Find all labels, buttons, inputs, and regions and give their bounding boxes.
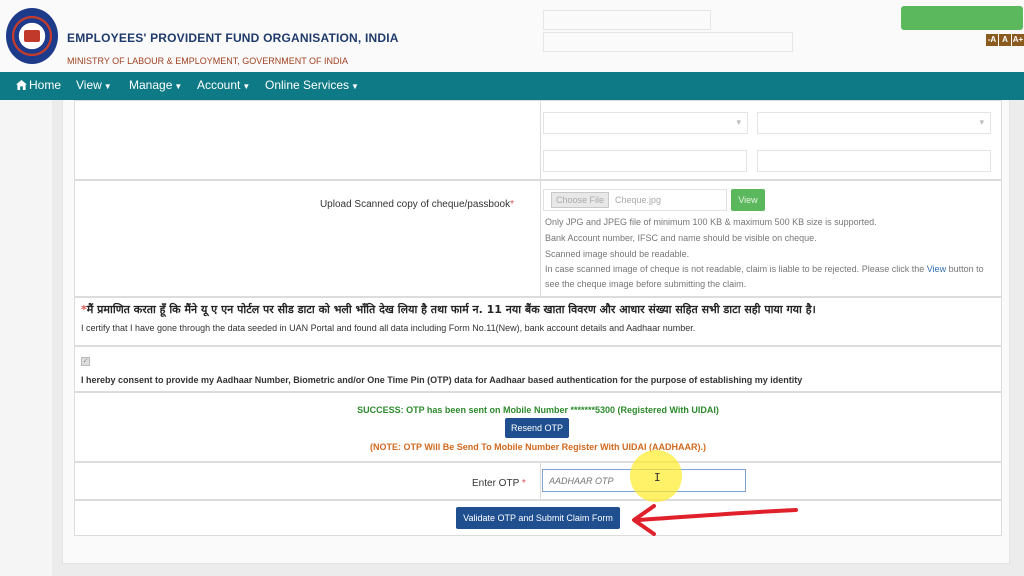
nav-view-label: View [76,78,102,92]
validate-otp-submit-button[interactable]: Validate OTP and Submit Claim Form [456,507,620,529]
upload-hint: Only JPG and JPEG file of minimum 100 KB… [545,217,877,227]
nav-online-services[interactable]: Online Services ▼ [265,78,359,92]
certify-english-text: I certify that I have gone through the d… [81,323,696,333]
home-icon [16,80,27,90]
org-subtitle: MINISTRY OF LABOUR & EMPLOYMENT, GOVERNM… [67,56,349,66]
otp-success-message: SUCCESS: OTP has been sent on Mobile Num… [357,405,719,415]
main-navbar: Home View ▼ Manage ▼ Account ▼ Online Servi… [0,72,1024,100]
upload-hint: Bank Account number, IFSC and name shoul… [545,233,817,243]
text-cursor-icon: I [654,471,661,484]
view-link[interactable]: View [927,264,946,274]
site-header: EMPLOYEES' PROVIDENT FUND ORGANISATION, … [0,0,1024,72]
view-cheque-button[interactable]: View [731,189,765,211]
red-arrow-annotation-icon [632,504,798,536]
epfo-logo [6,8,58,64]
choose-file-button[interactable]: Choose File [551,192,609,208]
nav-home-label: Home [29,78,62,92]
upload-cheque-row: Upload Scanned copy of cheque/passbook* [74,180,1002,297]
font-increase-button[interactable]: A+ [1012,34,1024,46]
consent-text: I hereby consent to provide my Aadhaar N… [81,375,803,385]
nav-online-services-label: Online Services [265,78,350,92]
font-normal-button[interactable]: A [999,34,1011,46]
blurred-uan-badge [901,6,1023,30]
org-title: EMPLOYEES' PROVIDENT FUND ORGANISATION, … [67,31,399,45]
nav-account-label: Account [197,78,241,92]
upload-hint-reject: In case scanned image of cheque is not r… [545,264,984,274]
nav-view[interactable]: View ▼ [76,78,112,92]
upload-hint-reject-cont: see the cheque image before submitting t… [545,279,747,289]
consent-checkbox[interactable]: ✓ [81,357,90,366]
chevron-down-icon: ▼ [103,82,112,91]
pincode-field[interactable] [757,150,991,172]
otp-note: (NOTE: OTP Will Be Send To Mobile Number… [369,442,706,452]
blurred-header-field [543,32,793,52]
enter-otp-label: Enter OTP * [472,478,526,489]
chevron-down-icon: ▾ [736,117,741,127]
nav-manage-label: Manage [129,78,173,92]
blurred-header-field [543,10,711,30]
certify-hindi-text: *मैं प्रमाणित करता हूँ कि मैंने यू ए एन … [81,303,816,316]
chevron-down-icon: ▼ [351,82,359,91]
nav-account[interactable]: Account ▼ [197,78,250,92]
chevron-down-icon: ▼ [174,82,183,91]
city-field[interactable] [543,150,747,172]
upload-hint: Scanned image should be readable. [545,249,690,259]
enter-otp-row [74,462,1002,500]
nav-home[interactable]: Home [16,78,61,92]
resend-otp-button[interactable]: Resend OTP [505,418,569,438]
font-size-controls: -A A A+ [986,34,1024,46]
district-select[interactable]: ▾ [757,112,991,134]
selected-file-name: Cheque.jpg [615,195,662,205]
consent-row [74,346,1002,392]
chevron-down-icon: ▾ [979,117,984,127]
upload-cheque-label: Upload Scanned copy of cheque/passbook* [319,199,514,210]
left-gutter [0,100,52,576]
nav-manage[interactable]: Manage ▼ [129,78,182,92]
chevron-down-icon: ▼ [242,82,251,91]
state-select[interactable]: ▾ [543,112,748,134]
font-decrease-button[interactable]: -A [986,34,998,46]
